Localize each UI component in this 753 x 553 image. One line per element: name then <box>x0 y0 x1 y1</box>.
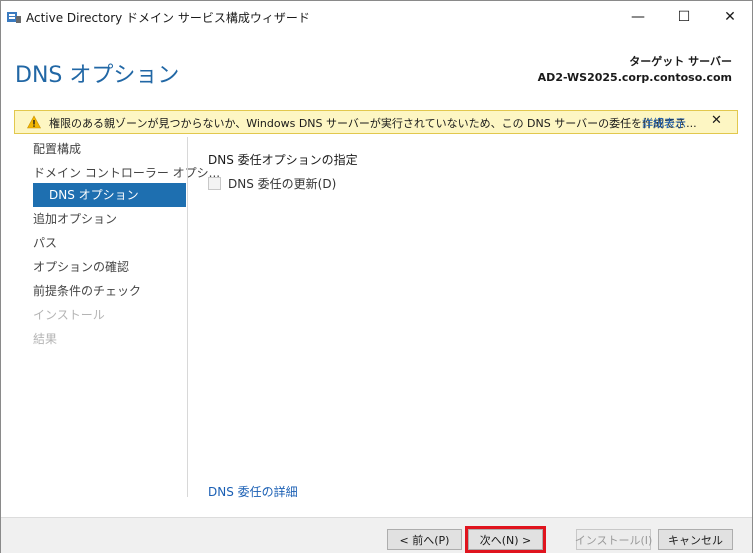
nav-item-additional-options[interactable]: 追加オプション <box>33 207 117 231</box>
nav-divider <box>187 137 188 497</box>
update-dns-delegation-row[interactable]: DNS 委任の更新(D) <box>208 175 336 192</box>
update-dns-delegation-checkbox[interactable] <box>208 177 221 190</box>
minimize-icon: — <box>631 9 645 25</box>
maximize-button[interactable]: ☐ <box>661 1 707 33</box>
warning-details-link[interactable]: 詳細表示 <box>642 115 686 131</box>
target-server-label: ターゲット サーバー <box>629 55 732 68</box>
nav-item-review-options[interactable]: オプションの確認 <box>33 255 129 279</box>
previous-button[interactable]: < 前へ(P) <box>387 529 462 550</box>
nav-item-deployment-config[interactable]: 配置構成 <box>33 137 81 161</box>
next-button-highlight <box>465 526 546 553</box>
dns-delegation-heading: DNS 委任オプションの指定 <box>208 153 358 167</box>
nav-item-results: 結果 <box>33 332 58 346</box>
warning-icon <box>27 115 41 129</box>
maximize-icon: ☐ <box>677 9 691 25</box>
title-bar: Active Directory ドメイン サービス構成ウィザード — ☐ ✕ <box>1 1 752 33</box>
nav-item-prerequisites-check[interactable]: 前提条件のチェック <box>33 279 141 303</box>
warning-bar: 権限のある親ゾーンが見つからないか、Windows DNS サーバーが実行されて… <box>14 110 738 134</box>
cancel-button[interactable]: キャンセル <box>658 529 733 550</box>
nav-item-paths[interactable]: パス <box>33 231 57 255</box>
warning-close-icon[interactable]: ✕ <box>711 113 722 128</box>
dns-delegation-details-link[interactable]: DNS 委任の詳細 <box>208 483 298 500</box>
target-server-name: AD2-WS2025.corp.contoso.com <box>537 71 732 84</box>
page-title: DNS オプション <box>15 63 180 88</box>
nav-item-dc-options[interactable]: ドメイン コントローラー オプシ... <box>33 161 220 185</box>
server-manager-icon <box>7 12 21 23</box>
nav-item-dns-options[interactable]: DNS オプション <box>33 183 186 207</box>
minimize-button[interactable]: — <box>615 1 661 33</box>
wizard-nav: 配置構成 ドメイン コントローラー オプシ... DNS オプション 追加オプシ… <box>1 137 220 497</box>
close-button[interactable]: ✕ <box>707 1 753 33</box>
wizard-window: Active Directory ドメイン サービス構成ウィザード — ☐ ✕ … <box>0 0 753 553</box>
close-icon: ✕ <box>724 9 736 25</box>
update-dns-delegation-label[interactable]: DNS 委任の更新(D) <box>228 175 336 192</box>
window-title: Active Directory ドメイン サービス構成ウィザード <box>26 11 310 25</box>
nav-item-installation: インストール <box>33 308 105 322</box>
install-button: インストール(I) <box>575 529 652 550</box>
warning-message: 権限のある親ゾーンが見つからないか、Windows DNS サーバーが実行されて… <box>49 117 697 130</box>
